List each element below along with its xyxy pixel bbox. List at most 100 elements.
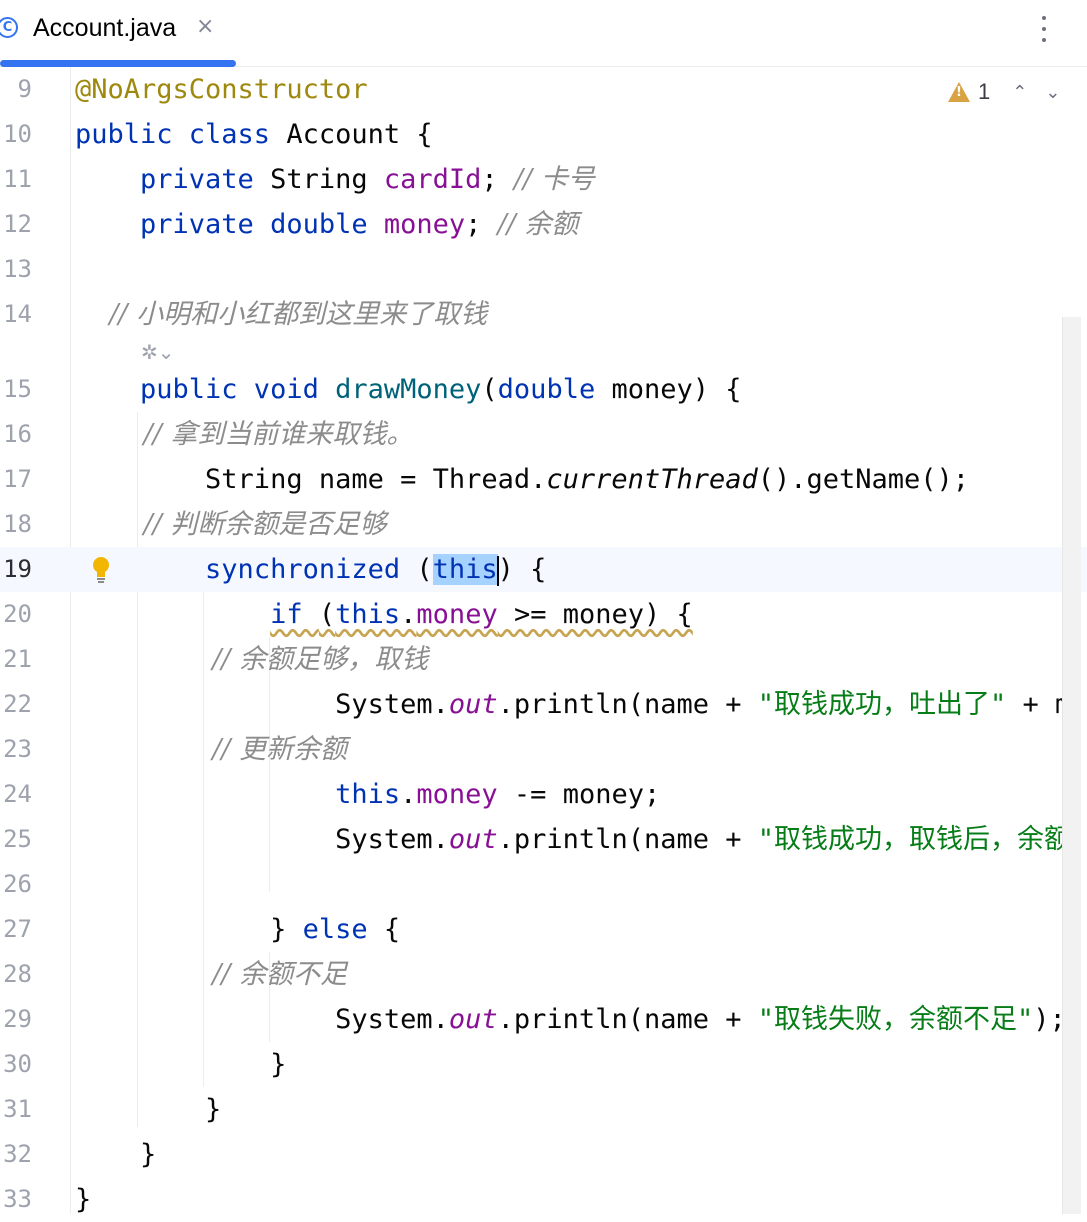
keyword: else — [302, 914, 368, 945]
keyword: this — [335, 779, 401, 810]
code-text: ( — [416, 554, 433, 585]
line-number: 9 — [17, 75, 32, 103]
keyword: public void — [75, 374, 336, 405]
line-number: 18 — [3, 510, 32, 538]
code-line: 12 private double money; // 余额 — [0, 202, 1087, 247]
line-number: 29 — [3, 1005, 32, 1033]
line-number: 30 — [3, 1050, 32, 1078]
code-line: 17 String name = Thread.currentThread().… — [0, 457, 1087, 502]
code-text: } — [75, 914, 303, 945]
code-line: 31 } — [0, 1087, 1087, 1132]
comment: // 卡号 — [513, 164, 595, 195]
active-tab-indicator — [0, 60, 236, 67]
field-name: money — [416, 599, 498, 630]
line-number: 22 — [3, 690, 32, 718]
code-line: 11 private String cardId; // 卡号 — [0, 157, 1087, 202]
code-text: ; — [465, 209, 498, 240]
line-number: 26 — [3, 870, 32, 898]
code-line: 10 public class Account { — [0, 112, 1087, 157]
current-code-line: 19 synchronized (this) { — [0, 547, 1087, 592]
code-text: System. — [75, 1004, 449, 1035]
line-number: 17 — [3, 465, 32, 493]
keyword: if — [270, 599, 319, 630]
comment: // 余额不足 — [75, 959, 348, 990]
vertical-scrollbar[interactable] — [1062, 317, 1081, 1214]
code-text: .println(name + — [497, 689, 758, 720]
keyword: synchronized — [205, 554, 417, 585]
code-text: money) { — [611, 374, 742, 405]
keyword: private — [75, 164, 271, 195]
close-icon[interactable]: × — [196, 14, 214, 39]
code-editor[interactable]: 1 ⌃ ⌄ 9 @NoArgsConstructor 10 public cla… — [0, 67, 1087, 1215]
code-line: 33 } — [0, 1177, 1087, 1222]
code-text: . — [400, 779, 417, 810]
keyword: public class — [75, 119, 287, 150]
comment: // 余额足够，取钱 — [75, 644, 429, 675]
field-name: money — [383, 209, 466, 240]
line-number: 16 — [3, 420, 32, 448]
code-line: 24 this.money -= money; — [0, 772, 1087, 817]
code-text: } — [75, 1049, 287, 1080]
line-number: 11 — [3, 165, 32, 193]
tab-label: Account.java — [33, 14, 177, 42]
line-number: 23 — [3, 735, 32, 763]
line-number: 25 — [3, 825, 32, 853]
code-text: >= money) { — [497, 599, 693, 630]
comment: // 小明和小红都到这里来了取钱 — [75, 299, 488, 330]
static-field: out — [448, 689, 498, 720]
method-name: drawMoney — [335, 374, 482, 405]
string-literal: "取钱成功，取钱后，余额 — [757, 824, 1072, 855]
line-number: 32 — [3, 1140, 32, 1168]
line-number: 31 — [3, 1095, 32, 1123]
code-line: 26 — [0, 862, 1087, 907]
code-line: 23 // 更新余额 — [0, 727, 1087, 772]
code-text: . — [400, 599, 417, 630]
field-name: cardId — [383, 164, 482, 195]
code-line: 29 System.out.println(name + "取钱失败，余额不足"… — [0, 997, 1087, 1042]
code-text: Account { — [286, 119, 433, 150]
code-text: ( — [481, 374, 498, 405]
code-line: 14 // 小明和小红都到这里来了取钱 — [0, 292, 1087, 337]
editor-tab-bar: C Account.java × — [0, 0, 1087, 67]
ai-assistant-icon[interactable]: ✲⌄ — [141, 337, 175, 367]
static-field: out — [448, 1004, 498, 1035]
line-number: 20 — [3, 600, 32, 628]
line-number: 13 — [3, 255, 32, 283]
code-text: } — [75, 1184, 92, 1215]
selected-keyword: this — [432, 554, 498, 585]
code-text: { — [367, 914, 401, 945]
line-number: 21 — [3, 645, 32, 673]
code-text: System. — [75, 689, 449, 720]
code-text: ().getName(); — [757, 464, 970, 495]
java-class-icon: C — [0, 17, 18, 38]
keyword: double — [497, 374, 612, 405]
static-field: out — [448, 824, 498, 855]
code-text: ); — [1033, 1004, 1066, 1035]
keyword: this — [335, 599, 401, 630]
tab-account-java[interactable]: C Account.java × — [0, 0, 236, 67]
code-line: 20 if (this.money >= money) { — [0, 592, 1087, 637]
code-line: 13 — [0, 247, 1087, 292]
code-line: 21 // 余额足够，取钱 — [0, 637, 1087, 682]
code-line: 22 System.out.println(name + "取钱成功，吐出了" … — [0, 682, 1087, 727]
code-text: } — [75, 1094, 222, 1125]
line-number: 12 — [3, 210, 32, 238]
line-number: 27 — [3, 915, 32, 943]
code-line: 25 System.out.println(name + "取钱成功，取钱后，余… — [0, 817, 1087, 862]
code-text: .println(name + — [497, 824, 758, 855]
code-line: 30 } — [0, 1042, 1087, 1087]
line-number: 14 — [3, 300, 32, 328]
code-line: 9 @NoArgsConstructor — [0, 67, 1087, 112]
code-text: -= money; — [497, 779, 661, 810]
inlay-hint-row: ✲⌄ — [0, 337, 1087, 367]
line-number: 33 — [3, 1185, 32, 1213]
code-text: String name = Thread. — [75, 464, 547, 495]
string-literal: "取钱失败，余额不足" — [757, 1004, 1034, 1035]
code-line: 27 } else { — [0, 907, 1087, 952]
annotation: @NoArgsConstructor — [75, 74, 368, 105]
line-number: 15 — [3, 375, 32, 403]
more-options-icon[interactable] — [1034, 12, 1054, 46]
static-method: currentThread — [546, 464, 758, 495]
line-number: 19 — [3, 555, 32, 583]
